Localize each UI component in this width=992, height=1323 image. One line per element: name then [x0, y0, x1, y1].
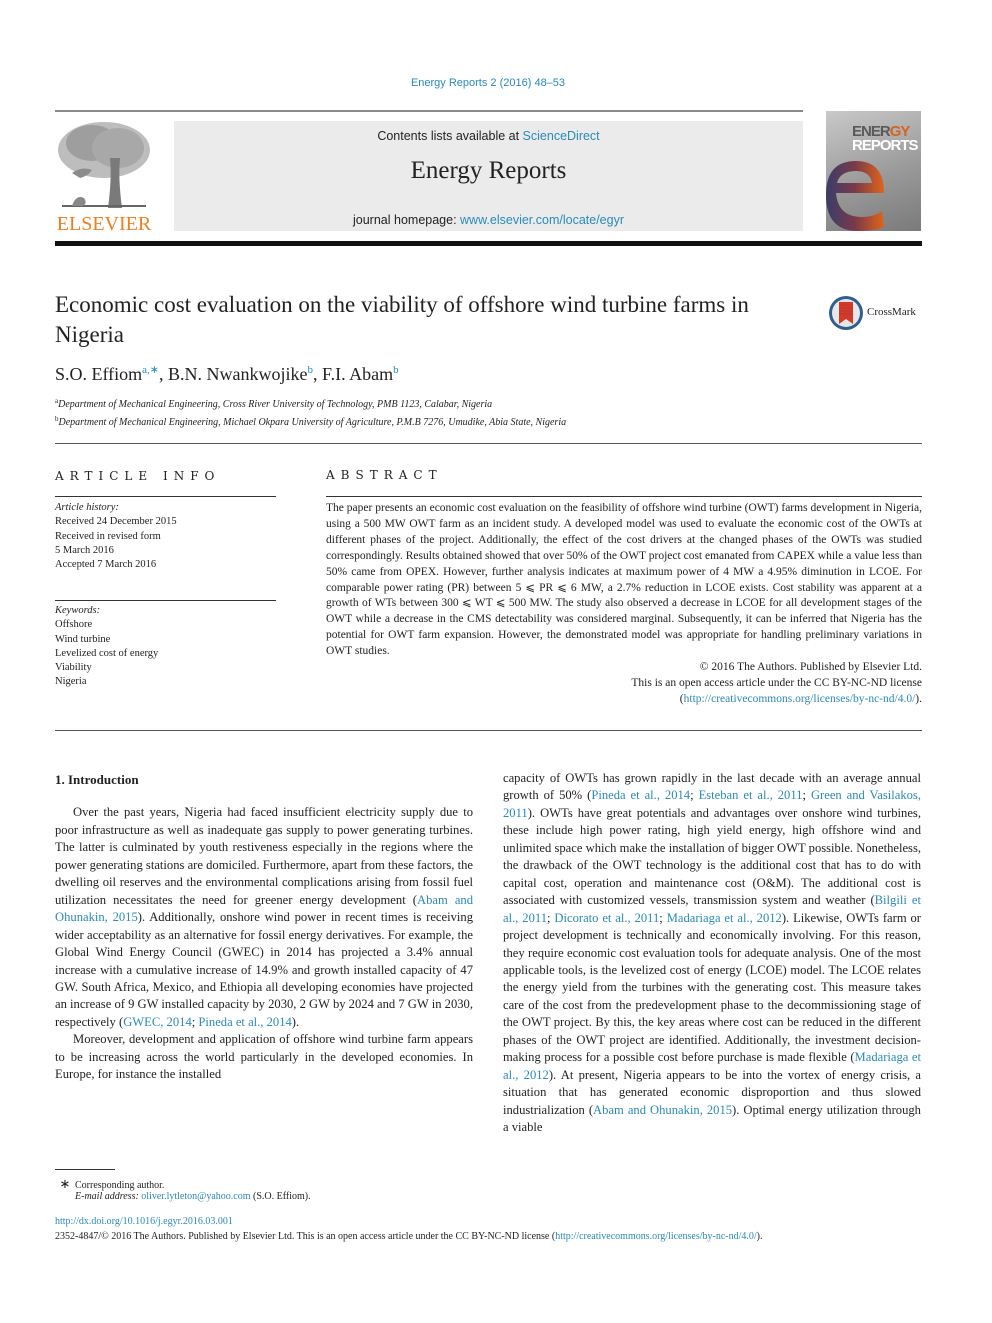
affiliation: bDepartment of Mechanical Engineering, M… — [55, 415, 567, 428]
citation-link[interactable]: Madariaga et al., 2012 — [503, 1050, 921, 1081]
author[interactable]: B.N. Nwankwojike — [168, 364, 307, 384]
footnote-corresponding: ∗ Corresponding author. — [55, 1176, 165, 1192]
citation-link[interactable]: Dicorato et al., 2011 — [554, 911, 659, 925]
divider — [55, 443, 922, 444]
crossmark-icon — [829, 296, 863, 330]
article-history: Article history: Received 24 December 20… — [55, 501, 177, 572]
license-link-line: (http://creativecommons.org/licenses/by-… — [679, 692, 922, 705]
body-column-left: 1. Introduction Over the past years, Nig… — [55, 771, 473, 1084]
top-rule — [55, 110, 803, 112]
author-affiliation-mark[interactable]: a,∗ — [142, 364, 159, 376]
divider — [326, 496, 922, 497]
license-notice: This is an open access article under the… — [631, 676, 922, 689]
citation-link[interactable]: Pineda et al., 2014 — [198, 1015, 291, 1029]
sciencedirect-link[interactable]: ScienceDirect — [523, 129, 600, 143]
paragraph: Over the past years, Nigeria had faced i… — [55, 805, 474, 1029]
body-column-right: capacity of OWTs has grown rapidly in th… — [503, 770, 921, 1137]
author[interactable]: F.I. Abam — [322, 364, 393, 384]
citation-link[interactable]: Pineda et al., 2014 — [591, 788, 690, 802]
footnote-email: E-mail address: oliver.lytleton@yahoo.co… — [75, 1191, 311, 1202]
citation-link[interactable]: Abam and Ohunakin, 2015 — [593, 1103, 732, 1117]
history-item: Received in revised form — [55, 530, 161, 542]
history-item: Received 24 December 2015 — [55, 516, 177, 528]
citation-link[interactable]: Madariaga et al., 2012 — [667, 911, 782, 925]
keyword: Viability — [55, 662, 92, 674]
email-link[interactable]: oliver.lytleton@yahoo.com — [141, 1191, 250, 1202]
author-list: S.O. Effioma,∗, B.N. Nwankwojikeb, F.I. … — [55, 364, 399, 384]
keywords: Keywords: Offshore Wind turbine Levelize… — [55, 604, 158, 690]
tree-icon — [58, 122, 150, 208]
keyword: Levelized cost of energy — [55, 647, 159, 659]
copyright-notice: © 2016 The Authors. Published by Elsevie… — [699, 661, 922, 674]
paragraph: Moreover, development and application of… — [55, 1032, 473, 1082]
crossmark-button[interactable]: CrossMark — [828, 295, 928, 331]
footnote-rule — [55, 1169, 115, 1170]
abstract-body: The paper presents an economic cost eval… — [326, 501, 922, 708]
homepage-link[interactable]: www.elsevier.com/locate/egyr — [460, 213, 624, 227]
cover-title-line2: REPORTS — [852, 137, 919, 154]
cover-e-graphic — [826, 161, 884, 231]
journal-masthead: Contents lists available at ScienceDirec… — [174, 121, 803, 231]
elsevier-logo[interactable]: ELSEVIER — [52, 118, 156, 236]
article-title: Economic cost evaluation on the viabilit… — [55, 292, 749, 347]
divider — [55, 496, 276, 497]
doi-link[interactable]: http://dx.doi.org/10.1016/j.egyr.2016.03… — [55, 1216, 233, 1227]
abstract-text: The paper presents an economic cost eval… — [326, 502, 922, 658]
footnote-star: ∗ — [59, 1176, 71, 1191]
divider — [55, 730, 922, 731]
license-footer: 2352-4847/© 2016 The Authors. Published … — [55, 1231, 763, 1242]
author-affiliation-mark[interactable]: b — [393, 364, 399, 376]
author-affiliation-mark[interactable]: b — [308, 364, 314, 376]
crossmark-label: CrossMark — [867, 306, 916, 318]
history-label: Article history: — [55, 502, 119, 513]
journal-homepage: journal homepage: www.elsevier.com/locat… — [353, 213, 624, 227]
author[interactable]: S.O. Effiom — [55, 364, 142, 384]
journal-cover[interactable]: ENERGY REPORTS — [826, 111, 921, 231]
keyword: Nigeria — [55, 676, 87, 688]
license-footer-link[interactable]: http://creativecommons.org/licenses/by-n… — [555, 1231, 756, 1242]
header-rule — [55, 241, 922, 246]
elsevier-wordmark: ELSEVIER — [56, 213, 152, 235]
citation-link[interactable]: GWEC, 2014 — [123, 1015, 192, 1029]
keyword: Wind turbine — [55, 633, 111, 645]
journal-title: Energy Reports — [410, 157, 567, 184]
section-heading: 1. Introduction — [55, 772, 139, 787]
keywords-label: Keywords: — [55, 605, 101, 616]
history-item: 5 March 2016 — [55, 544, 114, 556]
journal-reference[interactable]: Energy Reports 2 (2016) 48–53 — [0, 77, 976, 89]
abstract-heading: ABSTRACT — [326, 468, 443, 482]
keyword: Offshore — [55, 619, 93, 631]
citation-link[interactable]: Esteban et al., 2011 — [699, 788, 803, 802]
citation-link[interactable]: Abam and Ohunakin, 2015 — [55, 893, 473, 924]
paragraph: capacity of OWTs has grown rapidly in th… — [503, 771, 921, 1135]
contents-available: Contents lists available at ScienceDirec… — [377, 129, 600, 143]
divider — [55, 600, 276, 601]
article-info-heading: ARTICLE INFO — [55, 469, 221, 483]
license-link[interactable]: http://creativecommons.org/licenses/by-n… — [684, 693, 916, 705]
history-item: Accepted 7 March 2016 — [55, 559, 157, 571]
affiliation: aDepartment of Mechanical Engineering, C… — [55, 397, 493, 410]
